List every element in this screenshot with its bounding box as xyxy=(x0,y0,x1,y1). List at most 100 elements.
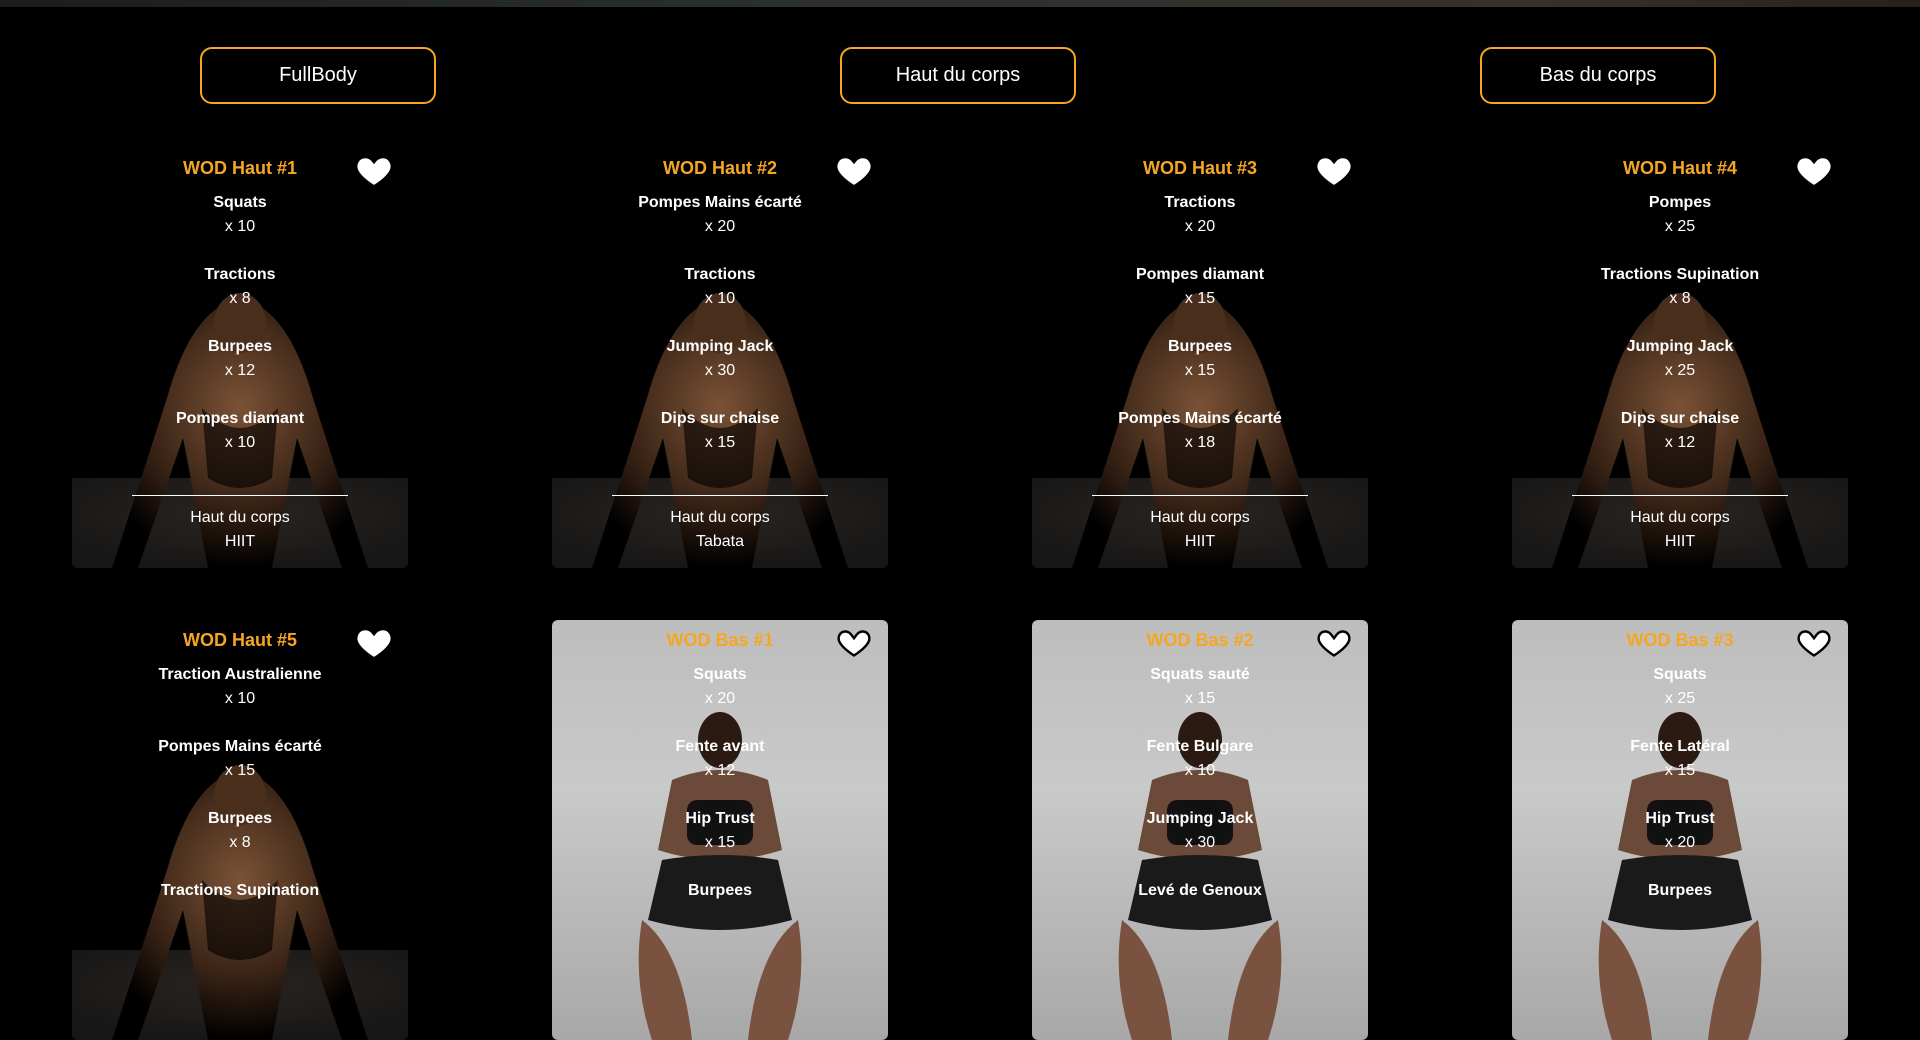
card-type: HIIT xyxy=(1184,533,1216,550)
exercise-name: Hip Trust xyxy=(685,810,755,827)
card-meta: Haut du corps HIIT xyxy=(1512,506,1848,554)
card-meta: Haut du corps Tabata xyxy=(552,506,888,554)
exercise-reps xyxy=(1032,902,1368,952)
exercise-reps: x 20 xyxy=(1184,218,1216,235)
card-type: HIIT xyxy=(224,533,256,550)
exercise-list: Squats sauté x 15 Fente Bulgare x 10 Jumping… xyxy=(1032,664,1368,952)
exercise-reps: x 15 xyxy=(1184,690,1216,707)
filter-button-haut-du-corps[interactable]: Haut du corps xyxy=(840,47,1076,104)
exercise-reps: x 15 xyxy=(704,434,736,451)
exercise-reps: x 10 xyxy=(704,290,736,307)
exercise-list: Squats x 20 Fente avant x 12 Hip Trust x 15 Bu… xyxy=(552,664,888,952)
exercise-reps: x 30 xyxy=(1184,834,1216,851)
filter-button-bas-du-corps[interactable]: Bas du corps xyxy=(1480,47,1716,104)
exercise-name: Squats xyxy=(213,194,267,211)
wod-card-1[interactable]: WOD Haut #1 Squats x 10 Tractions x 8 Burpee… xyxy=(72,148,408,568)
heart-icon[interactable] xyxy=(356,624,392,660)
exercise-list: Traction Australienne x 10 Pompes Mains éc… xyxy=(72,664,408,952)
exercise-reps: x 12 xyxy=(1664,434,1696,451)
exercise-name: Pompes diamant xyxy=(175,410,305,427)
exercise-reps: x 8 xyxy=(1669,290,1691,307)
heart-icon[interactable] xyxy=(1796,624,1832,660)
exercise-name: Burpees xyxy=(687,882,753,899)
exercise-reps xyxy=(72,902,408,952)
heart-icon[interactable] xyxy=(356,152,392,188)
exercise-name: Pompes Mains écarté xyxy=(158,738,322,755)
exercise-name: Jumping Jack xyxy=(1626,338,1734,355)
exercise-reps xyxy=(1512,902,1848,952)
exercise-name: Pompes diamant xyxy=(1135,266,1265,283)
card-category: Haut du corps xyxy=(1630,509,1730,526)
heart-icon[interactable] xyxy=(1796,152,1832,188)
card-divider xyxy=(132,495,348,496)
exercise-reps: x 12 xyxy=(224,362,256,379)
exercise-name: Jumping Jack xyxy=(1146,810,1254,827)
exercise-name: Fente Latéral xyxy=(1630,738,1730,755)
exercise-name: Burpees xyxy=(1167,338,1233,355)
card-category: Haut du corps xyxy=(1150,509,1250,526)
card-type: HIIT xyxy=(1664,533,1696,550)
exercise-list: Squats x 10 Tractions x 8 Burpees x 12 Pompes … xyxy=(72,192,408,480)
card-meta: Haut du corps HIIT xyxy=(72,506,408,554)
card-category: Haut du corps xyxy=(190,509,290,526)
exercise-name: Squats sauté xyxy=(1150,666,1250,683)
exercise-reps: x 25 xyxy=(1664,362,1696,379)
exercise-name: Burpees xyxy=(207,810,273,827)
exercise-reps: x 10 xyxy=(224,218,256,235)
wod-card-8[interactable]: WOD Bas #3 Squats x 25 Fente Latéral x 15 Hi… xyxy=(1512,620,1848,1040)
wod-card-4[interactable]: WOD Haut #4 Pompes x 25 Tractions Supinati… xyxy=(1512,148,1848,568)
exercise-name: Fente avant xyxy=(675,738,765,755)
exercise-reps: x 20 xyxy=(704,218,736,235)
exercise-reps: x 30 xyxy=(704,362,736,379)
exercise-name: Squats xyxy=(693,666,747,683)
heart-icon[interactable] xyxy=(1316,624,1352,660)
card-type: Tabata xyxy=(695,533,745,550)
exercise-name: Tractions Supination xyxy=(1600,266,1760,283)
exercise-list: Squats x 25 Fente Latéral x 15 Hip Trust x 20… xyxy=(1512,664,1848,952)
exercise-name: Fente Bulgare xyxy=(1146,738,1254,755)
exercise-reps xyxy=(552,902,888,952)
card-divider xyxy=(1092,495,1308,496)
exercise-name: Traction Australienne xyxy=(158,666,322,683)
exercise-name: Dips sur chaise xyxy=(1620,410,1740,427)
wod-card-5[interactable]: WOD Haut #5 Traction Australienne x 10 Pom… xyxy=(72,620,408,1040)
exercise-reps: x 15 xyxy=(1664,762,1696,779)
exercise-list: Pompes Mains écarté x 20 Tractions x 10 Jump… xyxy=(552,192,888,480)
exercise-reps: x 15 xyxy=(224,762,256,779)
exercise-name: Tractions Supination xyxy=(160,882,320,899)
card-meta: Haut du corps HIIT xyxy=(1032,506,1368,554)
exercise-name: Pompes xyxy=(1648,194,1712,211)
heart-icon[interactable] xyxy=(836,152,872,188)
exercise-reps: x 10 xyxy=(224,434,256,451)
card-divider xyxy=(612,495,828,496)
wod-card-2[interactable]: WOD Haut #2 Pompes Mains écarté x 20 Tract… xyxy=(552,148,888,568)
exercise-name: Jumping Jack xyxy=(666,338,774,355)
wod-card-3[interactable]: WOD Haut #3 Tractions x 20 Pompes diamant x… xyxy=(1032,148,1368,568)
wod-card-7[interactable]: WOD Bas #2 Squats sauté x 15 Fente Bulgare… xyxy=(1032,620,1368,1040)
exercise-reps: x 20 xyxy=(704,690,736,707)
exercise-reps: x 15 xyxy=(1184,362,1216,379)
card-divider xyxy=(1572,495,1788,496)
exercise-list: Tractions x 20 Pompes diamant x 15 Burpees x … xyxy=(1032,192,1368,480)
exercise-name: Levé de Genoux xyxy=(1138,882,1262,899)
exercise-name: Burpees xyxy=(207,338,273,355)
exercise-name: Pompes Mains écarté xyxy=(1118,410,1282,427)
exercise-reps: x 8 xyxy=(229,290,251,307)
exercise-name: Pompes Mains écarté xyxy=(638,194,802,211)
exercise-reps: x 15 xyxy=(704,834,736,851)
exercise-reps: x 12 xyxy=(704,762,736,779)
exercise-name: Squats xyxy=(1653,666,1707,683)
card-category: Haut du corps xyxy=(670,509,770,526)
hero-image-bottom-edge xyxy=(0,0,1920,7)
exercise-reps: x 8 xyxy=(229,834,251,851)
heart-icon[interactable] xyxy=(836,624,872,660)
exercise-reps: x 20 xyxy=(1664,834,1696,851)
exercise-reps: x 25 xyxy=(1664,218,1696,235)
exercise-reps: x 18 xyxy=(1184,434,1216,451)
exercise-reps: x 25 xyxy=(1664,690,1696,707)
exercise-name: Tractions xyxy=(684,266,756,283)
wod-card-6[interactable]: WOD Bas #1 Squats x 20 Fente avant x 12 Hip … xyxy=(552,620,888,1040)
filter-button-fullbody[interactable]: FullBody xyxy=(200,47,436,104)
heart-icon[interactable] xyxy=(1316,152,1352,188)
exercise-name: Hip Trust xyxy=(1645,810,1715,827)
